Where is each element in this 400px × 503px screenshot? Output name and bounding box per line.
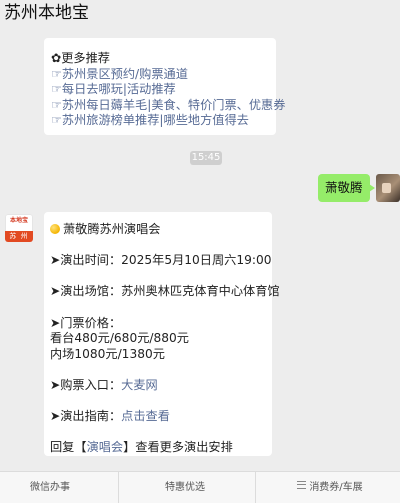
reply-prefix: 回复【 (50, 440, 87, 455)
concert-title: 萧敬腾苏州演唱会 (63, 222, 161, 236)
bot-avatar-city: 苏 州 (5, 231, 33, 242)
recommend-link-deals[interactable]: ☞苏州每日薅羊毛|美食、特价门票、优惠券 (51, 98, 285, 114)
chat-header: 苏州本地宝 (0, 0, 400, 26)
concert-venue: ➤演出场馆：苏州奥林匹克体育中心体育馆 (50, 284, 280, 299)
user-avatar[interactable] (376, 174, 400, 202)
reply-keyword-link[interactable]: 演唱会 (87, 440, 124, 454)
reply-suffix: 】查看更多演出安排 (123, 440, 233, 455)
bot-avatar-logo-text: 本地宝 (9, 217, 28, 224)
recommend-heading: ✿更多推荐 (51, 51, 110, 65)
recommend-link-rankings[interactable]: ☞苏州旅游榜单推荐|哪些地方值得去 (51, 113, 270, 129)
concert-message: 萧敬腾苏州演唱会 ➤演出时间：2025年5月10日周六19:00 ➤演出场馆：苏… (44, 212, 280, 456)
recommend-message: ✿更多推荐 ☞苏州景区预约/购票通道 ☞每日去哪玩|活动推荐 ☞苏州每日薅羊毛|… (44, 38, 285, 135)
menu-item-coupons[interactable]: 消费券/车展 (260, 472, 400, 503)
menu-divider (255, 472, 256, 503)
recommend-link-activities[interactable]: ☞每日去哪玩|活动推荐 (51, 82, 270, 98)
submenu-icon (297, 481, 307, 489)
bottom-menu-bar: 微信办事 特惠优选 消费券/车展 (0, 471, 400, 503)
concert-title-row: 萧敬腾苏州演唱会 (50, 222, 266, 238)
bot-avatar[interactable]: 本地宝 苏 州 (5, 214, 33, 242)
chat-title: 苏州本地宝 (4, 3, 89, 23)
concert-time: ➤演出时间：2025年5月10日周六19:00 (50, 253, 272, 268)
user-message-bubble: 萧敬腾 (318, 174, 374, 202)
guide-label: ➤演出指南： (50, 409, 122, 424)
price-label: ➤门票价格： (50, 315, 122, 330)
ticket-entry-row: ➤购票入口：大麦网 (50, 378, 266, 394)
reply-row: 回复【演唱会】查看更多演出安排 (50, 440, 266, 456)
damai-link[interactable]: 大麦网 (121, 378, 158, 392)
price-floor: 内场1080元/1380元 (50, 346, 165, 361)
guide-link[interactable]: 点击查看 (121, 409, 170, 423)
guide-row: ➤演出指南：点击查看 (50, 409, 266, 425)
menu-item-wechat-services[interactable]: 微信办事 (0, 472, 100, 503)
message-timestamp: 15:45 (190, 151, 222, 165)
yellow-dot-icon (50, 224, 60, 234)
menu-item-coupons-label: 消费券/车展 (309, 482, 363, 493)
price-stand: 看台480元/680元/880元 (50, 331, 189, 346)
recommend-link-tickets[interactable]: ☞苏州景区预约/购票通道 (51, 67, 270, 83)
menu-item-special-deals[interactable]: 特惠优选 (120, 472, 250, 503)
menu-divider (118, 472, 119, 503)
ticket-entry-label: ➤购票入口： (50, 377, 122, 392)
